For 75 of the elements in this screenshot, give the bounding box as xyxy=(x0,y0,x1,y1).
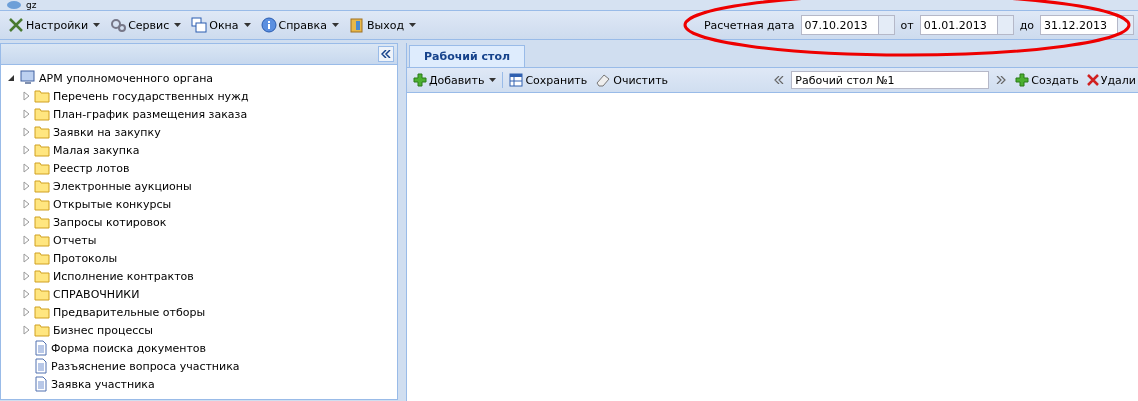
tab[interactable]: Рабочий стол xyxy=(409,45,526,67)
tree-item[interactable]: АРМ уполномоченного органа xyxy=(39,71,214,85)
door-icon xyxy=(348,17,365,33)
plus-icon xyxy=(1015,73,1030,87)
menu-button[interactable]: Сервис xyxy=(106,15,186,35)
folder-icon xyxy=(34,89,50,103)
cloud-icon xyxy=(6,0,22,10)
from-date-field[interactable]: 01.01.2013 xyxy=(919,15,998,35)
create-button[interactable]: Создать xyxy=(1013,73,1081,87)
to-date-field[interactable]: 31.12.2013 xyxy=(1040,15,1118,35)
folder-icon xyxy=(34,323,50,337)
clear-button[interactable]: Очистить xyxy=(593,73,671,87)
tree-item[interactable]: План-график размещения заказа xyxy=(53,107,248,121)
tree-item[interactable]: Открытые конкурсы xyxy=(53,197,172,211)
tree-item[interactable]: Электронные аукционы xyxy=(53,179,192,193)
document-icon xyxy=(34,376,48,392)
double-chevron-left-icon xyxy=(381,50,391,58)
tree-item[interactable]: Бизнес процессы xyxy=(53,323,153,337)
tree-item[interactable]: Форма поиска документов xyxy=(51,341,207,355)
folder-icon xyxy=(34,143,50,157)
info-icon xyxy=(260,17,277,33)
desktop-name-field[interactable]: Рабочий стол №1 xyxy=(791,71,990,89)
caret-icon xyxy=(409,23,417,27)
add-button[interactable]: Добавить xyxy=(411,73,499,87)
window-title: gz xyxy=(26,0,37,10)
tree-item[interactable]: СПРАВОЧНИКИ xyxy=(53,287,140,301)
menu-button[interactable]: Настройки xyxy=(4,15,105,35)
folder-icon xyxy=(34,251,50,265)
caret-icon xyxy=(243,23,251,27)
folder-icon xyxy=(34,197,50,211)
gears-icon xyxy=(110,17,127,33)
calc-date-field[interactable]: 07.10.2013 xyxy=(800,15,879,35)
tree-item[interactable]: Запросы котировок xyxy=(53,215,167,229)
tree-item[interactable]: Отчеты xyxy=(53,233,97,247)
folder-icon xyxy=(34,179,50,193)
caret-icon xyxy=(93,23,101,27)
delete-button[interactable]: Удали xyxy=(1084,73,1138,87)
tree-item[interactable]: Разъяснение вопроса участника xyxy=(51,359,240,373)
save-button[interactable]: Сохранить xyxy=(507,73,590,87)
folder-icon xyxy=(34,125,50,139)
caret-icon xyxy=(489,78,497,82)
tree-item[interactable]: Заявки на закупку xyxy=(53,125,161,139)
tree-item[interactable]: Малая закупка xyxy=(53,143,140,157)
tree-item[interactable]: Предварительные отборы xyxy=(53,305,206,319)
tree-item[interactable]: Перечень государственных нужд xyxy=(53,89,249,103)
eraser-icon xyxy=(595,73,612,87)
tree-item[interactable]: Протоколы xyxy=(53,251,118,265)
plus-icon xyxy=(413,73,427,87)
document-icon xyxy=(34,340,48,356)
windows-icon xyxy=(191,17,208,33)
from-label: от xyxy=(900,18,914,32)
computer-icon xyxy=(20,70,36,86)
folder-icon xyxy=(34,215,50,229)
table-icon xyxy=(509,73,524,87)
folder-icon xyxy=(34,287,50,301)
menu-button[interactable]: Выход xyxy=(344,15,421,35)
caret-icon xyxy=(174,23,182,27)
tree-item[interactable]: Заявка участника xyxy=(51,377,155,391)
folder-icon xyxy=(34,107,50,121)
menu-button[interactable]: Справка xyxy=(256,15,343,35)
tree-item[interactable]: Исполнение контрактов xyxy=(53,269,194,283)
tree-item[interactable]: Реестр лотов xyxy=(53,161,130,175)
document-icon xyxy=(34,358,48,374)
calc-date-label: Расчетная дата xyxy=(703,18,795,32)
close-icon xyxy=(1086,74,1099,86)
folder-icon xyxy=(34,269,50,283)
menu-button[interactable]: Окна xyxy=(187,15,255,35)
expander-icon[interactable] xyxy=(7,74,17,82)
folder-icon xyxy=(34,305,50,319)
folder-icon xyxy=(34,161,50,175)
caret-icon xyxy=(331,23,339,27)
folder-icon xyxy=(34,233,50,247)
tools-icon xyxy=(8,17,24,33)
to-label: до xyxy=(1019,18,1034,32)
collapse-button[interactable] xyxy=(378,46,394,62)
